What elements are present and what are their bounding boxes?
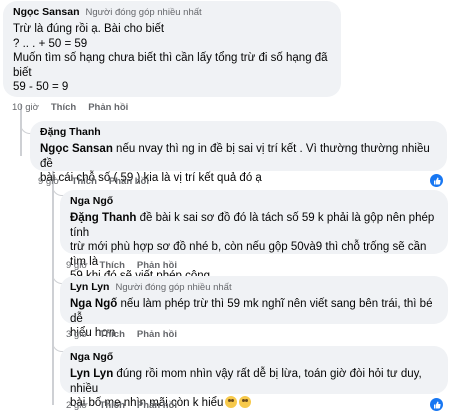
laughing-emoji-icon: [239, 396, 252, 408]
like-thumb-icon[interactable]: [430, 174, 443, 187]
reply-button[interactable]: Phản hồi: [137, 260, 177, 272]
comment-line: Trừ là đúng rồi ạ. Bài cho biết: [13, 23, 165, 35]
comment-actions: 2 giờ Thích Phản hồi: [66, 400, 177, 412]
comment-time[interactable]: 2 giờ: [66, 400, 88, 412]
comment-time[interactable]: 9 giờ: [66, 260, 88, 272]
comment-actions: 9 giờ Thích Phản hồi: [66, 260, 177, 272]
comment-line: nếu làm phép trừ thì 59 mk nghĩ nên viết…: [70, 298, 433, 325]
comment-bubble: Nga Ngố Đặng Thanh đề bài k sai sơ đồ đó…: [60, 190, 448, 282]
mention-link[interactable]: Ngọc Sansan: [40, 143, 113, 155]
laughing-emoji-icon: [225, 396, 238, 408]
reply-button[interactable]: Phản hồi: [137, 400, 177, 412]
comment-line: ? .. . + 50 = 59: [13, 37, 88, 50]
thread-line: [52, 170, 54, 405]
comment-author[interactable]: Lyn Lyn: [70, 281, 109, 294]
comment-time[interactable]: 10 giờ: [12, 102, 39, 114]
like-thumb-icon[interactable]: [430, 398, 443, 411]
comment-line: đúng rồi mom nhìn vậy rất dễ bị lừa, toá…: [70, 368, 422, 395]
reply-button[interactable]: Phản hồi: [109, 176, 149, 188]
comment-actions: 3 giờ Thích Phản hồi: [66, 329, 177, 341]
comment-line: Muốn tìm số hạng chưa biết thì cần lấy t…: [13, 52, 328, 79]
comment-bubble: Đặng Thanh Ngọc Sansan nếu nvay thì ng i…: [30, 121, 447, 184]
comment-time[interactable]: 3 giờ: [66, 329, 88, 341]
mention-link[interactable]: Lyn Lyn: [70, 368, 113, 380]
reply-button[interactable]: Phản hồi: [137, 329, 177, 341]
comment-line: 59 - 50 = 9: [13, 81, 69, 93]
comment-bubble: Lyn Lyn Người đóng góp nhiều nhất Nga Ng…: [60, 276, 448, 339]
comment-author[interactable]: Đặng Thanh: [40, 126, 101, 139]
comment-time[interactable]: 9 giờ: [38, 176, 60, 188]
comment-text: Trừ là đúng rồi ạ. Bài cho biết ? .. . +…: [13, 22, 331, 95]
mention-link[interactable]: Nga Ngố: [70, 298, 117, 310]
comment-bubble: Nga Ngố Lyn Lyn đúng rồi mom nhìn vậy rấ…: [60, 346, 448, 409]
like-button[interactable]: Thích: [100, 260, 125, 272]
comment-author[interactable]: Ngọc Sansan: [13, 6, 80, 19]
mention-link[interactable]: Đặng Thanh: [70, 212, 136, 224]
comment-actions: 10 giờ Thích Phản hồi: [12, 102, 128, 114]
comment-actions: 9 giờ Thích Phản hồi: [38, 176, 149, 188]
top-contributor-badge: Người đóng góp nhiều nhất: [115, 282, 232, 293]
like-button[interactable]: Thích: [51, 102, 76, 114]
reply-button[interactable]: Phản hồi: [88, 102, 128, 114]
top-contributor-badge: Người đóng góp nhiều nhất: [85, 7, 202, 18]
like-button[interactable]: Thích: [100, 400, 125, 412]
comment-text: Đặng Thanh đề bài k sai sơ đồ đó là tách…: [70, 211, 438, 284]
like-button[interactable]: Thích: [72, 176, 97, 188]
comment-bubble: Ngọc Sansan Người đóng góp nhiều nhất Tr…: [3, 1, 341, 97]
comment-author[interactable]: Nga Ngố: [70, 351, 113, 364]
comment-author[interactable]: Nga Ngố: [70, 195, 113, 208]
like-button[interactable]: Thích: [100, 329, 125, 341]
